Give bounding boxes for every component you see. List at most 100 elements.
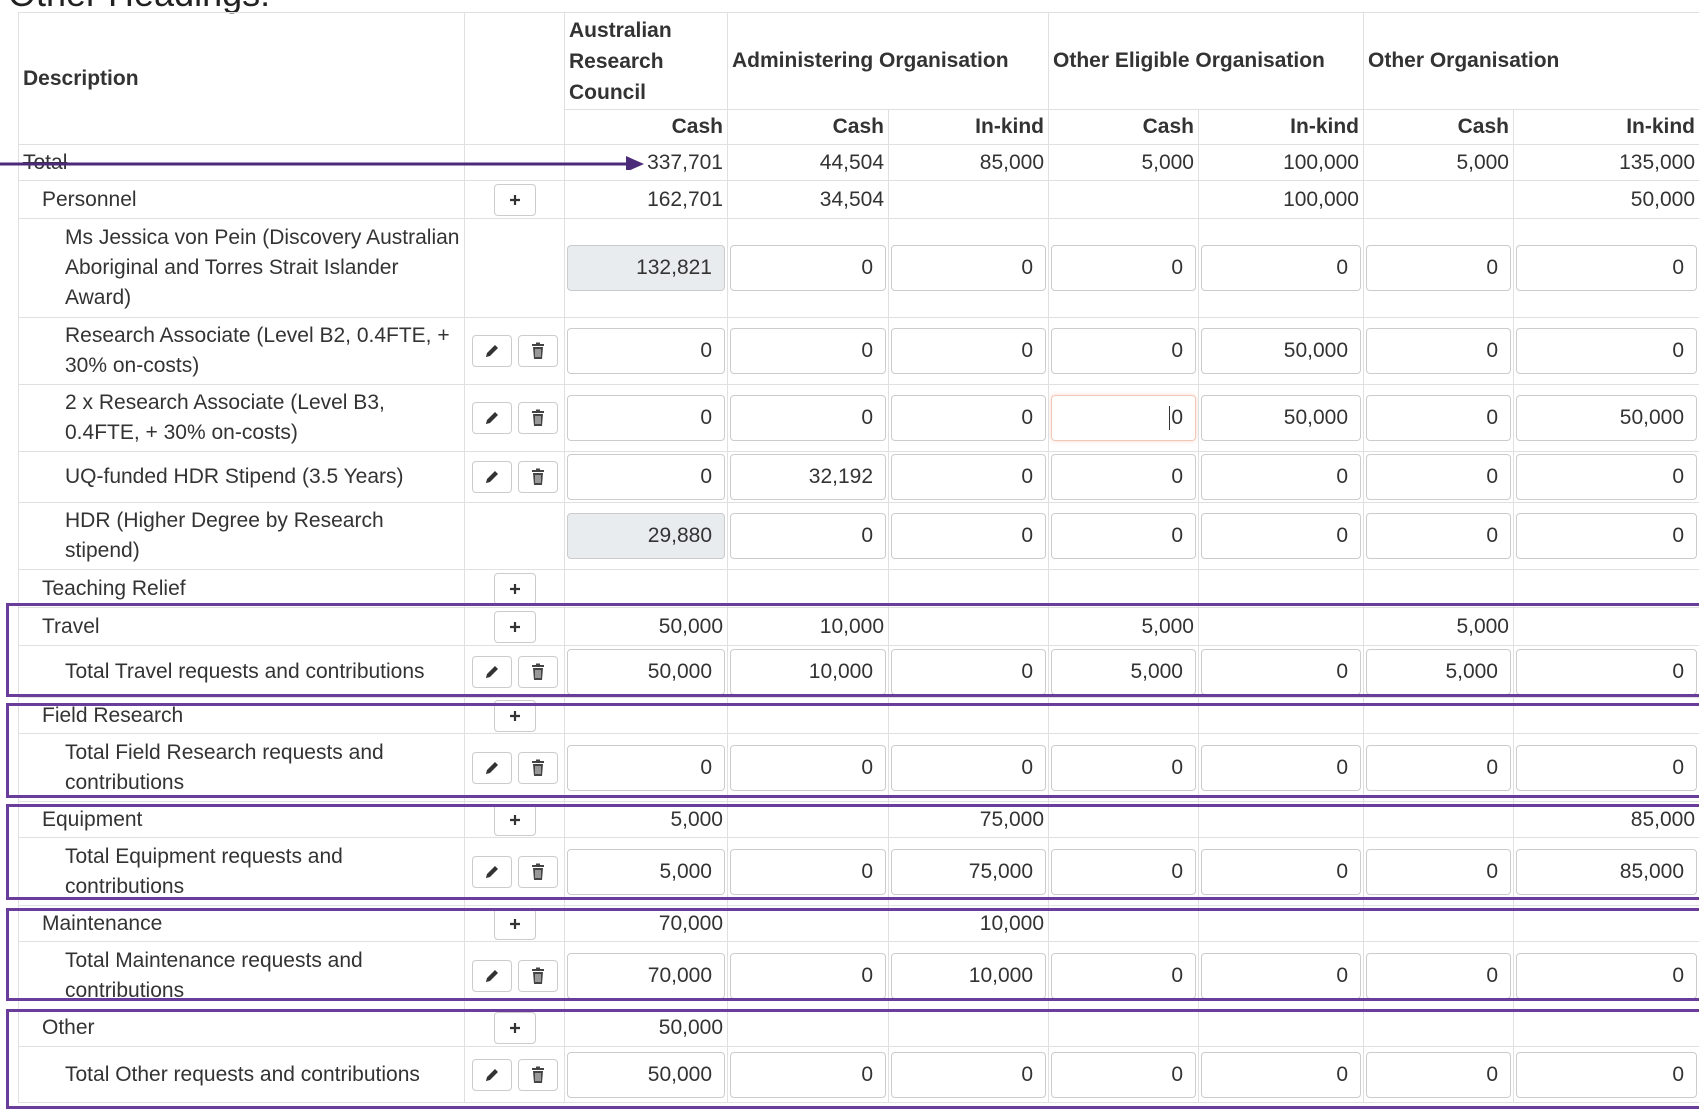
admin-cash-input[interactable]: 0 — [730, 395, 886, 441]
admin-cash-input[interactable]: 0 — [730, 513, 886, 559]
admin-cash-input[interactable]: 32,192 — [730, 454, 886, 500]
admin-in-kind-input[interactable]: 0 — [891, 513, 1046, 559]
admin-cash-input[interactable]: 0 — [730, 328, 886, 374]
eligible-in-kind-input[interactable]: 0 — [1201, 849, 1361, 895]
cell-admin-in-kind: 10,000 — [889, 906, 1049, 942]
edit-button[interactable] — [472, 402, 512, 434]
eligible-cash-input[interactable]: 0 — [1051, 328, 1196, 374]
edit-button[interactable] — [472, 1059, 512, 1091]
add-item-button[interactable] — [494, 611, 536, 643]
eligible-in-kind-input[interactable]: 0 — [1201, 649, 1361, 695]
admin-in-kind-input[interactable]: 0 — [891, 454, 1046, 500]
cell-admin-in-kind: 0 — [889, 734, 1049, 802]
eligible-cash-input[interactable]: 0 — [1051, 395, 1196, 441]
arc-cash-input[interactable]: 0 — [567, 745, 725, 791]
other-org-cash-input[interactable]: 0 — [1366, 745, 1511, 791]
cell-arc-cash: 0 — [565, 385, 728, 452]
other-org-in-kind-input[interactable]: 0 — [1516, 745, 1697, 791]
arc-cash-input[interactable]: 70,000 — [567, 953, 725, 999]
cell-other-org-in-kind: 0 — [1514, 1047, 1699, 1103]
delete-button[interactable] — [518, 402, 558, 434]
admin-in-kind-input[interactable]: 0 — [891, 1052, 1046, 1098]
other-org-cash-input[interactable]: 0 — [1366, 328, 1511, 374]
other-org-in-kind-input[interactable]: 0 — [1516, 513, 1697, 559]
edit-button[interactable] — [472, 856, 512, 888]
delete-button[interactable] — [518, 656, 558, 688]
other-org-cash-input[interactable]: 0 — [1366, 849, 1511, 895]
admin-cash-input[interactable]: 0 — [730, 849, 886, 895]
eligible-cash-input[interactable]: 0 — [1051, 454, 1196, 500]
eligible-in-kind-input[interactable]: 0 — [1201, 953, 1361, 999]
eligible-cash-input[interactable]: 0 — [1051, 1052, 1196, 1098]
eligible-in-kind-input[interactable]: 0 — [1201, 745, 1361, 791]
edit-button[interactable] — [472, 335, 512, 367]
other-org-in-kind-input[interactable]: 50,000 — [1516, 395, 1697, 441]
admin-cash-input[interactable]: 0 — [730, 745, 886, 791]
edit-button[interactable] — [472, 960, 512, 992]
admin-in-kind-input[interactable]: 75,000 — [891, 849, 1046, 895]
add-item-button[interactable] — [494, 1012, 536, 1044]
other-org-cash-input[interactable]: 0 — [1366, 245, 1511, 291]
admin-in-kind-input[interactable]: 0 — [891, 328, 1046, 374]
eligible-cash-input[interactable]: 0 — [1051, 245, 1196, 291]
arc-cash-input[interactable]: 50,000 — [567, 649, 725, 695]
cell-other-org-in-kind: 0 — [1514, 503, 1699, 570]
admin-cash-input[interactable]: 10,000 — [730, 649, 886, 695]
other-org-in-kind-input[interactable]: 0 — [1516, 245, 1697, 291]
edit-button[interactable] — [472, 656, 512, 688]
delete-button[interactable] — [518, 461, 558, 493]
other-org-cash-value: 0 — [1486, 339, 1498, 362]
admin-in-kind-input[interactable]: 10,000 — [891, 953, 1046, 999]
delete-button[interactable] — [518, 960, 558, 992]
eligible-in-kind-input[interactable]: 0 — [1201, 454, 1361, 500]
other-org-cash-input[interactable]: 0 — [1366, 953, 1511, 999]
eligible-cash-input[interactable]: 5,000 — [1051, 649, 1196, 695]
other-org-cash-input[interactable]: 5,000 — [1366, 649, 1511, 695]
add-item-button[interactable] — [494, 700, 536, 732]
eligible-cash-input[interactable]: 0 — [1051, 953, 1196, 999]
admin-in-kind-input[interactable]: 0 — [891, 745, 1046, 791]
eligible-in-kind-input[interactable]: 0 — [1201, 513, 1361, 559]
arc-cash-input[interactable]: 0 — [567, 454, 725, 500]
admin-in-kind-input[interactable]: 0 — [891, 245, 1046, 291]
eligible-cash-input[interactable]: 0 — [1051, 745, 1196, 791]
add-item-button[interactable] — [494, 804, 536, 836]
eligible-cash-input[interactable]: 0 — [1051, 513, 1196, 559]
arc-cash-input[interactable]: 50,000 — [567, 1052, 725, 1098]
eligible-in-kind-input[interactable]: 50,000 — [1201, 395, 1361, 441]
other-org-in-kind-input[interactable]: 0 — [1516, 328, 1697, 374]
other-org-cash-input[interactable]: 0 — [1366, 513, 1511, 559]
admin-in-kind-input[interactable]: 0 — [891, 395, 1046, 441]
delete-button[interactable] — [518, 1059, 558, 1091]
add-item-button[interactable] — [494, 573, 536, 605]
other-org-in-kind-input[interactable]: 0 — [1516, 454, 1697, 500]
admin-cash-input[interactable]: 0 — [730, 245, 886, 291]
other-org-in-kind-input[interactable]: 0 — [1516, 649, 1697, 695]
cell-other-org-cash — [1364, 802, 1514, 838]
add-item-button[interactable] — [494, 184, 536, 216]
other-org-in-kind-input[interactable]: 0 — [1516, 953, 1697, 999]
admin-in-kind-input[interactable]: 0 — [891, 649, 1046, 695]
arc-cash-input[interactable]: 0 — [567, 395, 725, 441]
eligible-cash-input[interactable]: 0 — [1051, 849, 1196, 895]
edit-button[interactable] — [472, 752, 512, 784]
cell-other-org-in-kind: 50,000 — [1514, 181, 1699, 219]
admin-cash-input[interactable]: 0 — [730, 1052, 886, 1098]
arc-cash-input[interactable]: 0 — [567, 328, 725, 374]
other-org-cash-input[interactable]: 0 — [1366, 454, 1511, 500]
eligible-in-kind-input[interactable]: 0 — [1201, 245, 1361, 291]
delete-button[interactable] — [518, 856, 558, 888]
eligible-in-kind-input[interactable]: 50,000 — [1201, 328, 1361, 374]
cell-admin-cash: 0 — [728, 385, 889, 452]
eligible-in-kind-input[interactable]: 0 — [1201, 1052, 1361, 1098]
other-org-cash-input[interactable]: 0 — [1366, 1052, 1511, 1098]
edit-button[interactable] — [472, 461, 512, 493]
other-org-in-kind-input[interactable]: 0 — [1516, 1052, 1697, 1098]
delete-button[interactable] — [518, 335, 558, 367]
arc-cash-input[interactable]: 5,000 — [567, 849, 725, 895]
other-org-in-kind-input[interactable]: 85,000 — [1516, 849, 1697, 895]
admin-cash-input[interactable]: 0 — [730, 953, 886, 999]
add-item-button[interactable] — [494, 908, 536, 940]
other-org-cash-input[interactable]: 0 — [1366, 395, 1511, 441]
delete-button[interactable] — [518, 752, 558, 784]
